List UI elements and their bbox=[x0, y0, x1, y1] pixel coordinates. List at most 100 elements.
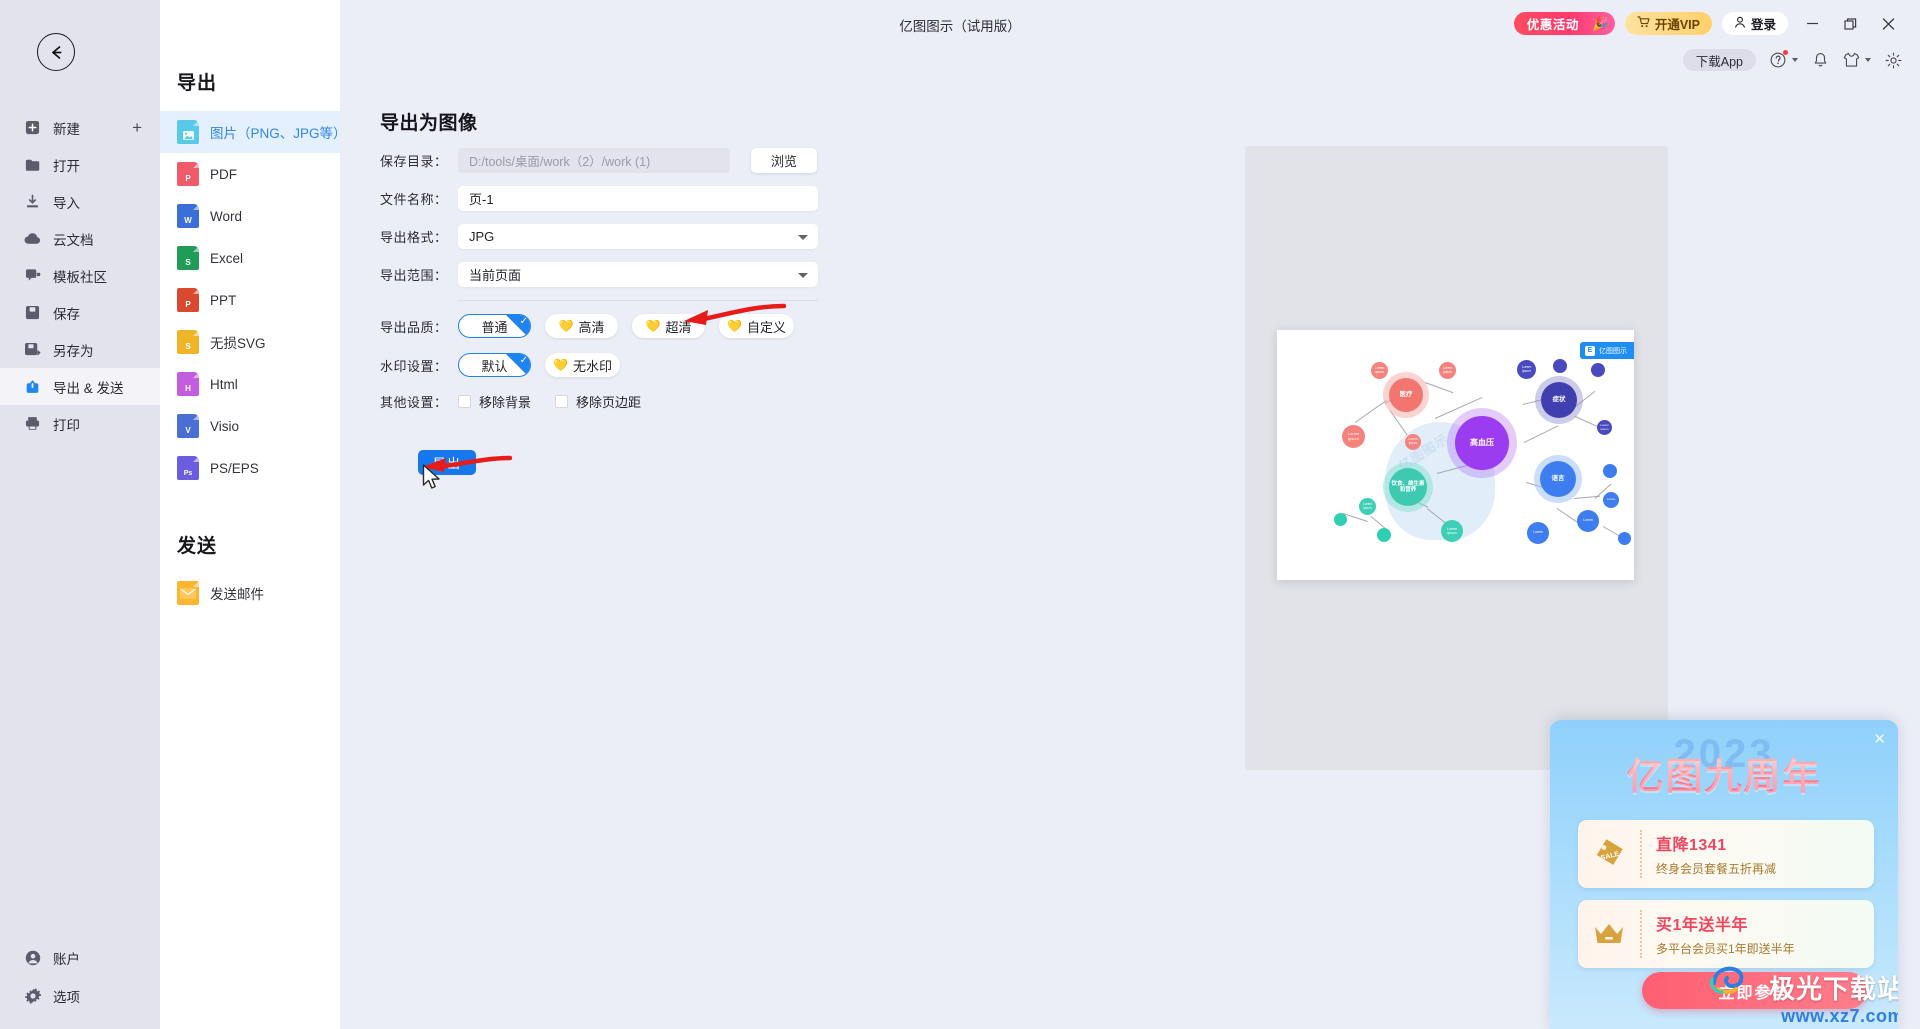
export-range-select[interactable]: 当前页面 bbox=[458, 262, 818, 287]
sidebar-item-import[interactable]: 导入 bbox=[0, 183, 160, 220]
quality-row: 导出品质： 普通 ✓ 💛 高清 💛 超清 💛 自定义 bbox=[380, 314, 840, 338]
maximize-button[interactable] bbox=[1836, 12, 1864, 35]
export-format-row: 导出格式： JPG bbox=[380, 224, 840, 249]
sidebar-bottom-nav: 账户 选项 bbox=[0, 939, 160, 1029]
chevron-down-icon[interactable] bbox=[1792, 58, 1798, 62]
diagram-node-leaf bbox=[1618, 532, 1631, 545]
close-button[interactable] bbox=[1874, 12, 1902, 35]
checkbox-remove-background[interactable]: 移除背景 bbox=[458, 392, 531, 411]
sidebar-item-export-send[interactable]: 导出 & 发送 bbox=[0, 368, 160, 405]
diagram-node-leaf bbox=[1591, 363, 1605, 377]
sidebar-item-account[interactable]: 账户 bbox=[0, 939, 160, 977]
ticket-dash-divider bbox=[1640, 910, 1642, 958]
format-item-word[interactable]: W Word bbox=[160, 195, 340, 237]
sidebar-nav-list: 新建 + 打开 导入 云文档 模板社区 保存 另存为 导出 & 发送 打印 bbox=[0, 109, 160, 442]
send-item-email[interactable]: 发送邮件 bbox=[160, 572, 340, 614]
sidebar-item-open[interactable]: 打开 bbox=[0, 146, 160, 183]
sidebar-new-plus-button[interactable]: + bbox=[132, 119, 142, 136]
mail-icon bbox=[177, 581, 199, 605]
send-list: 发送邮件 bbox=[160, 572, 340, 614]
format-item-label: 图片（PNG、JPG等） bbox=[210, 126, 347, 141]
diagram-edge bbox=[1523, 425, 1559, 443]
offer-text: 直降1341 终身会员套餐五折再减 bbox=[1640, 831, 1776, 877]
back-button[interactable] bbox=[37, 33, 75, 71]
sidebar-item-label: 模板社区 bbox=[53, 269, 107, 285]
minimize-button[interactable] bbox=[1798, 12, 1826, 35]
diagram-edge bbox=[1556, 508, 1579, 524]
sidebar-item-label: 导入 bbox=[53, 195, 80, 211]
quality-option-custom[interactable]: 💛 自定义 bbox=[719, 314, 794, 338]
format-item-ppt[interactable]: P PPT bbox=[160, 279, 340, 321]
diagram-node-leaf bbox=[1553, 359, 1567, 373]
diagram-node-branch-diet: 饮食、维生素和营养 bbox=[1389, 468, 1427, 506]
export-format-panel: 导出 图片（PNG、JPG等） P PDF W Word S Excel P P… bbox=[160, 0, 347, 1029]
promo-activity-label: 优惠活动 bbox=[1526, 18, 1579, 32]
join-now-button[interactable]: 立即参与 bbox=[1642, 972, 1867, 1009]
promo-offer-card[interactable]: 买1年送半年 多平台会员买1年即送半年 bbox=[1578, 900, 1874, 968]
ps-eps-file-icon: Ps bbox=[177, 456, 199, 480]
quality-option-normal[interactable]: 普通 ✓ bbox=[458, 314, 531, 338]
send-item-label: 发送邮件 bbox=[210, 587, 264, 602]
format-item-label: Excel bbox=[210, 250, 244, 266]
checkbox-remove-margin[interactable]: 移除页边距 bbox=[555, 392, 641, 411]
quality-option-hd[interactable]: 💛 高清 bbox=[545, 314, 618, 338]
offer-subtext: 多平台会员买1年即送半年 bbox=[1656, 942, 1795, 956]
chevron-down-icon[interactable] bbox=[1865, 58, 1871, 62]
format-item-visio[interactable]: V Visio bbox=[160, 405, 340, 447]
save-directory-field[interactable]: D:/tools/桌面/work（2）/work (1) bbox=[458, 148, 730, 173]
promo-activity-button[interactable]: 优惠活动 🎉 bbox=[1513, 12, 1615, 35]
quality-label: 导出品质： bbox=[380, 319, 448, 335]
preview-thumbnail[interactable]: E 亿图图示 亿图图示 高血压 医疗 Lorem ipsum Lorem ips… bbox=[1277, 330, 1634, 580]
format-list: 图片（PNG、JPG等） P PDF W Word S Excel P PPT … bbox=[160, 111, 347, 489]
file-name-row: 文件名称： bbox=[380, 186, 840, 211]
format-item-ps-eps[interactable]: Ps PS/EPS bbox=[160, 447, 340, 489]
sidebar-item-new[interactable]: 新建 + bbox=[0, 109, 160, 146]
offer-subtext: 终身会员套餐五折再减 bbox=[1656, 862, 1777, 876]
login-button[interactable]: 登录 bbox=[1721, 12, 1788, 35]
format-item-excel[interactable]: S Excel bbox=[160, 237, 340, 279]
format-item-pdf[interactable]: P PDF bbox=[160, 153, 340, 195]
diagram-node-leaf: Lorem bbox=[1527, 522, 1549, 544]
browse-button[interactable]: 浏览 bbox=[751, 148, 817, 173]
download-app-button[interactable]: 下载App bbox=[1682, 49, 1756, 71]
sidebar-item-label: 选项 bbox=[53, 990, 80, 1005]
open-vip-button[interactable]: 开通VIP bbox=[1624, 12, 1712, 35]
preview-pane: E 亿图图示 亿图图示 高血压 医疗 Lorem ipsum Lorem ips… bbox=[1245, 146, 1668, 770]
format-item-label: 无损SVG bbox=[210, 336, 266, 351]
theme-shirt-icon[interactable] bbox=[1842, 51, 1860, 69]
file-name-input[interactable] bbox=[458, 186, 818, 211]
bell-icon[interactable] bbox=[1811, 51, 1829, 69]
watermark-option-none[interactable]: 💛 无水印 bbox=[545, 353, 620, 377]
sidebar-item-print[interactable]: 打印 bbox=[0, 405, 160, 442]
ppt-file-icon: P bbox=[177, 288, 199, 312]
sidebar-item-save[interactable]: 保存 bbox=[0, 294, 160, 331]
export-format-select[interactable]: JPG bbox=[458, 224, 818, 249]
gear-icon[interactable] bbox=[1884, 51, 1902, 69]
format-item-label: PS/EPS bbox=[210, 460, 259, 476]
sidebar-item-options[interactable]: 选项 bbox=[0, 977, 160, 1015]
word-file-icon: W bbox=[177, 204, 199, 228]
diagram-node-branch-medical: 医疗 bbox=[1389, 378, 1423, 412]
format-item-image[interactable]: 图片（PNG、JPG等） bbox=[160, 111, 347, 153]
vip-diamond-icon: 💛 bbox=[727, 319, 742, 333]
diagram-node-leaf bbox=[1603, 464, 1617, 478]
diagram-node-leaf: Lorem ipsum bbox=[1441, 520, 1463, 542]
sidebar-item-cloud-docs[interactable]: 云文档 bbox=[0, 220, 160, 257]
quality-option-uhd[interactable]: 💛 超清 bbox=[632, 314, 705, 338]
diagram-node-label: 症状 bbox=[1552, 396, 1566, 404]
watermark-swirl-icon bbox=[1708, 961, 1748, 1003]
export-range-value: 当前页面 bbox=[469, 268, 522, 283]
sidebar-item-save-as[interactable]: 另存为 bbox=[0, 331, 160, 368]
export-range-label: 导出范围： bbox=[380, 268, 448, 283]
watermark-option-label: 默认 bbox=[481, 358, 508, 374]
diagram-node-leaf: Lorem ipsum bbox=[1405, 434, 1421, 450]
export-button[interactable]: 导出 bbox=[418, 450, 476, 475]
save-directory-label: 保存目录： bbox=[380, 154, 448, 169]
help-circle-icon[interactable] bbox=[1769, 50, 1788, 69]
watermark-option-default[interactable]: 默认 ✓ bbox=[458, 353, 531, 377]
sidebar-item-template-community[interactable]: 模板社区 bbox=[0, 257, 160, 294]
promo-offer-card[interactable]: SALE 直降1341 终身会员套餐五折再减 bbox=[1578, 820, 1874, 888]
arrow-left-icon bbox=[51, 45, 61, 59]
format-item-html[interactable]: H Html bbox=[160, 363, 340, 405]
format-item-svg[interactable]: S 无损SVG bbox=[160, 321, 340, 363]
